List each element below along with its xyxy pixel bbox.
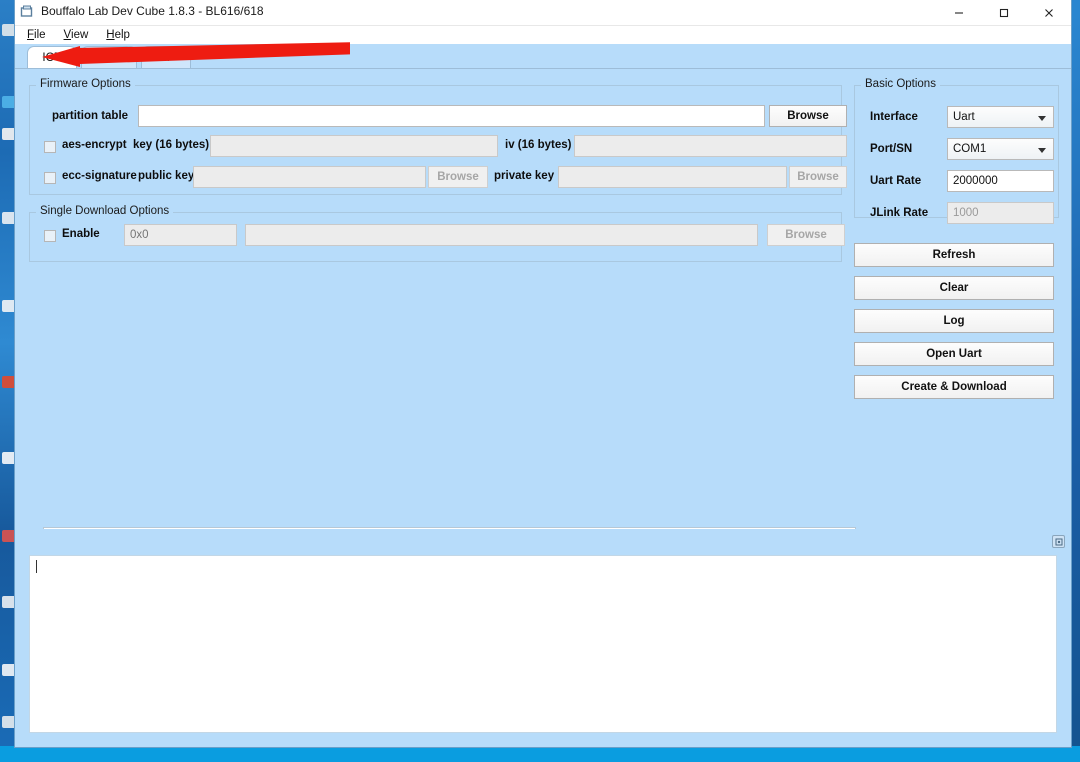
text-cursor [36,560,37,573]
uart-rate-label: Uart Rate [870,175,921,187]
title-bar[interactable]: Bouffalo Lab Dev Cube 1.8.3 - BL616/618 [15,0,1071,26]
single-download-address-input[interactable] [124,224,237,246]
ecc-signature-checkbox[interactable] [44,172,56,184]
single-download-options-group: Single Download Options Enable Browse [29,212,842,262]
tab-strip: IOT MCU RF [15,44,1071,68]
refresh-button[interactable]: Refresh [854,243,1054,267]
log-button[interactable]: Log [854,309,1054,333]
window-controls [936,0,1071,25]
create-download-button[interactable]: Create & Download [854,375,1054,399]
basic-options-group: Basic Options Interface Uart Port/SN COM… [854,85,1059,218]
menu-help-label: elp [115,29,130,41]
menu-view-mnemonic: V [64,29,71,41]
single-download-options-title: Single Download Options [36,205,173,217]
minimize-button[interactable] [936,0,981,25]
tab-mcu[interactable]: MCU [81,46,137,68]
port-sn-value: COM1 [953,143,986,155]
chevron-down-icon [1038,148,1046,153]
jlink-rate-input[interactable] [947,202,1054,224]
public-key-browse-button[interactable]: Browse [428,166,488,188]
app-icon [20,5,34,19]
aes-encrypt-label: aes-encrypt [62,139,127,151]
aes-iv-label: iv (16 bytes) [505,139,571,151]
menu-file-label: ile [34,29,46,41]
action-button-stack: Refresh Clear Log Open Uart Create & Dow… [854,243,1054,408]
basic-options-title: Basic Options [861,78,940,90]
application-window: Bouffalo Lab Dev Cube 1.8.3 - BL616/618 … [14,0,1072,748]
maximize-button[interactable] [981,0,1026,25]
menu-file-mnemonic: F [27,29,34,41]
public-key-input[interactable] [193,166,426,188]
single-download-enable-label: Enable [62,228,100,240]
close-button[interactable] [1026,0,1071,25]
private-key-input[interactable] [558,166,787,188]
public-key-label: public key [138,170,194,182]
aes-iv-input[interactable] [574,135,847,157]
window-title: Bouffalo Lab Dev Cube 1.8.3 - BL616/618 [41,4,264,18]
interface-label: Interface [870,111,918,123]
aes-key-input[interactable] [210,135,498,157]
single-download-browse-button[interactable]: Browse [767,224,845,246]
firmware-options-group: Firmware Options partition table Browse … [29,85,842,195]
menu-item-help[interactable]: Help [106,29,130,41]
private-key-browse-button[interactable]: Browse [789,166,847,188]
menu-item-view[interactable]: View [64,29,89,41]
interface-select[interactable]: Uart [947,106,1054,128]
chevron-down-icon [1038,116,1046,121]
partition-table-browse-button[interactable]: Browse [769,105,847,127]
console-area [15,529,1071,747]
private-key-label: private key [494,170,554,182]
menu-item-file[interactable]: File [27,29,46,41]
menu-view-label: iew [71,29,88,41]
single-download-enable-checkbox[interactable] [44,230,56,242]
firmware-options-title: Firmware Options [36,78,135,90]
partition-table-input[interactable] [138,105,765,127]
tab-rf[interactable]: RF [141,46,191,68]
aes-key-label: key (16 bytes) [133,139,209,151]
uart-rate-input[interactable] [947,170,1054,192]
single-download-file-input[interactable] [245,224,758,246]
ecc-signature-label: ecc-signature [62,170,137,182]
expand-icon[interactable] [1052,535,1065,548]
taskbar[interactable] [0,746,1080,762]
main-content: Firmware Options partition table Browse … [15,68,1071,597]
port-sn-select[interactable]: COM1 [947,138,1054,160]
console-output[interactable] [29,555,1057,733]
jlink-rate-label: JLink Rate [870,207,928,219]
partition-table-label: partition table [52,110,128,122]
aes-encrypt-checkbox[interactable] [44,141,56,153]
interface-value: Uart [953,111,975,123]
menu-help-mnemonic: H [106,29,114,41]
clear-button[interactable]: Clear [854,276,1054,300]
open-uart-button[interactable]: Open Uart [854,342,1054,366]
tab-iot[interactable]: IOT [27,46,77,68]
menu-bar: File View Help [15,26,1071,44]
port-sn-label: Port/SN [870,143,912,155]
